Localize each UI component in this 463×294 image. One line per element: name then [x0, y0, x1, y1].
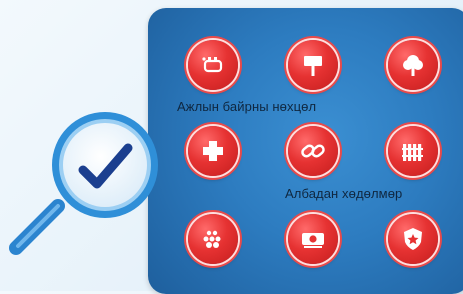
money-icon[interactable] [288, 214, 338, 264]
magnifier-check-icon [9, 112, 158, 255]
working-conditions-label: Ажлын байрны нөхцөл [177, 99, 317, 114]
tree-icon[interactable] [388, 40, 438, 90]
fence-icon[interactable] [388, 126, 438, 176]
forced-labor-label: Албадан хөдөлмөр [285, 186, 403, 201]
police-badge-icon[interactable] [388, 214, 438, 264]
signpost-icon[interactable] [288, 40, 338, 90]
bus-icon[interactable] [188, 40, 238, 90]
chain-link-icon[interactable] [288, 126, 338, 176]
medical-cross-icon[interactable] [188, 126, 238, 176]
grains-icon[interactable] [188, 214, 238, 264]
icon-grid-panel: Ажлын байрны нөхцөл Албадан хөдөлмөр [148, 8, 463, 294]
